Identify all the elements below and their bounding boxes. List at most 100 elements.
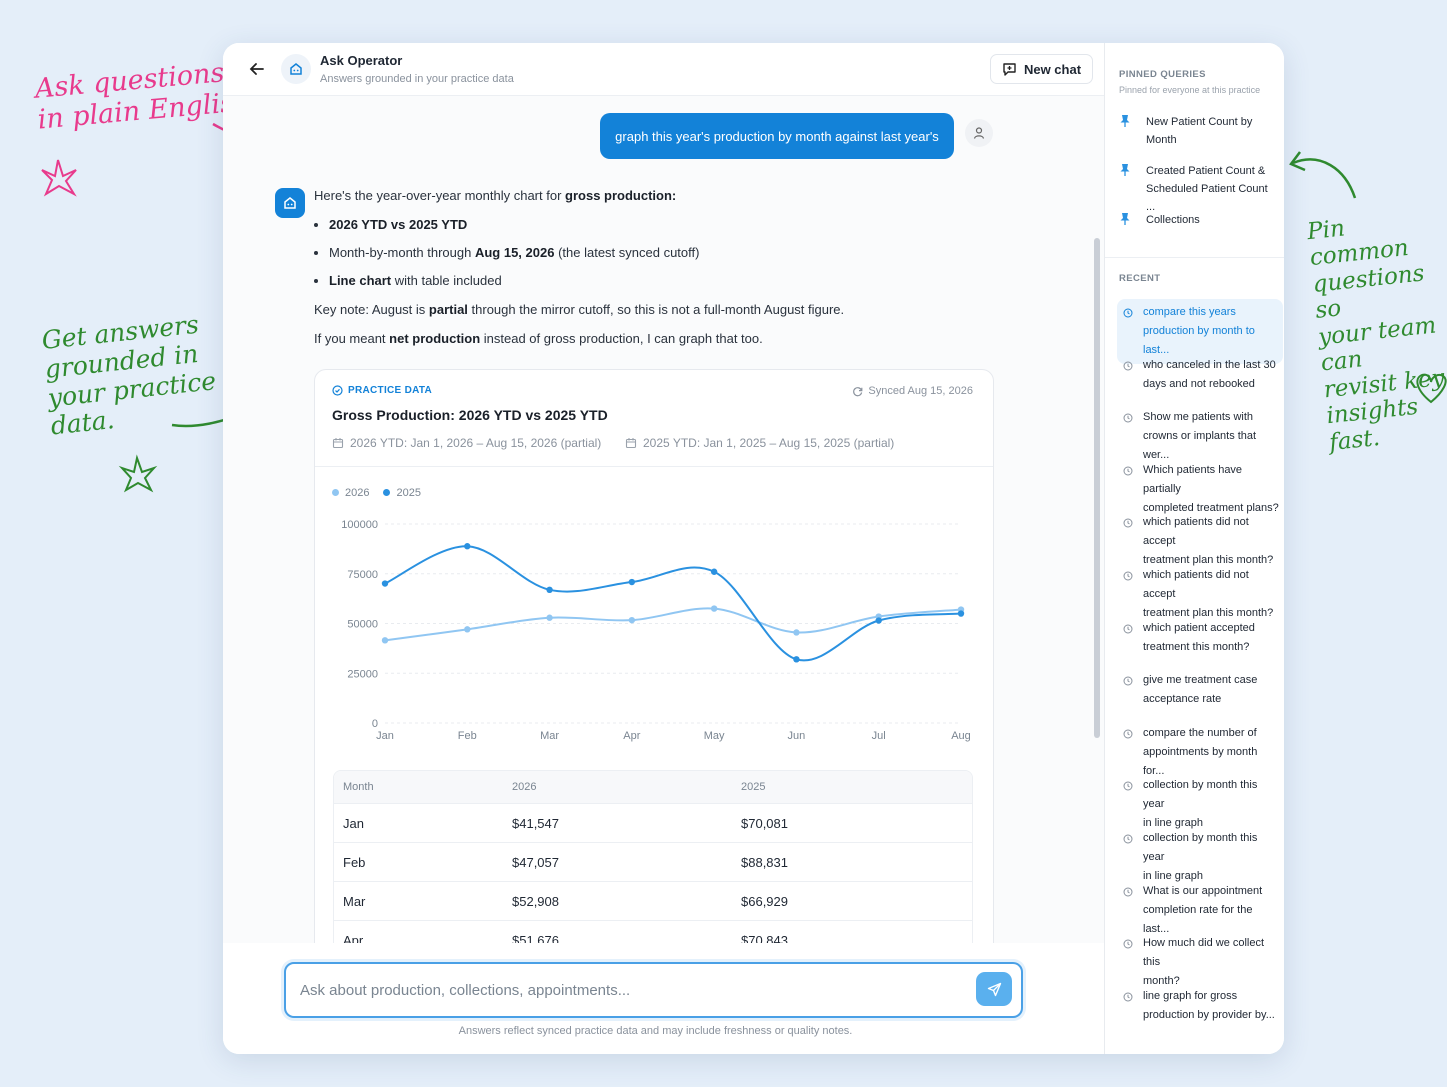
table-row: Jan $41,547 $70,081	[334, 804, 972, 843]
clock-icon	[1123, 990, 1135, 1025]
data-point-2025	[628, 578, 636, 586]
page-title: Ask Operator	[320, 53, 403, 68]
recent-query-text: line graph for gross production by provid…	[1143, 987, 1275, 1025]
recent-query-line2: production by provider by...	[1143, 1008, 1275, 1021]
note-bold: partial	[428, 302, 468, 317]
new-chat-label: New chat	[1023, 61, 1082, 77]
y-tick-label: 25000	[347, 668, 378, 680]
assistant-avatar	[275, 188, 305, 218]
data-point-2025	[546, 586, 553, 594]
x-tick-label: Mar	[540, 730, 559, 742]
recent-query-line1: compare the number of	[1143, 726, 1257, 739]
user-icon	[973, 127, 985, 139]
data-point-2025	[710, 568, 718, 575]
pin-icon	[1119, 212, 1133, 232]
meant-bold: net production	[389, 331, 481, 346]
recent-query-item[interactable]: which patient accepted treatment this mon…	[1117, 615, 1283, 661]
legend-item-2025[interactable]: 2025	[383, 487, 421, 499]
pink-star-icon	[41, 159, 77, 197]
meant-pre: If you meant	[314, 331, 390, 346]
recent-query-line1: collection by month this year	[1143, 832, 1258, 863]
range-2026: 2026 YTD: Jan 1, 2026 – Aug 15, 2026 (pa…	[332, 436, 601, 450]
pinned-query-line1: New Patient Count by	[1146, 116, 1253, 128]
chat-input[interactable]	[298, 978, 962, 1002]
legend-label-2025: 2025	[396, 487, 421, 499]
recent-query-line1: line graph for gross	[1143, 989, 1238, 1002]
table-row: Mar $52,908 $66,929	[334, 882, 972, 921]
pinned-query-item[interactable]: Created Patient Count & Scheduled Patient…	[1119, 162, 1279, 216]
data-card-header: PRACTICE DATA Synced Aug 15, 2026 Gross …	[315, 370, 993, 467]
answer-key-note: Key note: August is partial through the …	[314, 301, 954, 319]
answer-bullets: 2026 YTD vs 2025 YTD Month-by-month thro…	[314, 216, 954, 290]
recent-query-line2: acceptance rate	[1143, 693, 1222, 706]
table-cell-2025: $66,929	[741, 893, 788, 909]
y-tick-label: 75000	[347, 569, 378, 581]
recent-query-item[interactable]: line graph for gross production by provid…	[1117, 983, 1283, 1029]
calendar-icon	[332, 438, 344, 449]
operator-bot-icon	[290, 63, 302, 75]
y-tick-label: 50000	[347, 619, 378, 631]
table-header-2026: 2026	[512, 781, 537, 793]
note-post: through the mirror cutoff, so this is no…	[467, 302, 845, 317]
data-point-2026	[628, 616, 636, 624]
recent-query-line1: Show me patients with	[1143, 411, 1254, 424]
recent-query-line1: What is our appointment	[1143, 884, 1263, 897]
clock-check-icon	[332, 385, 343, 396]
composer-disclaimer: Answers reflect synced practice data and…	[458, 1025, 853, 1037]
send-button[interactable]	[976, 972, 1012, 1006]
chat-scrollbar[interactable]	[1094, 238, 1100, 738]
pin-icon	[1119, 163, 1133, 216]
line-chart: 100000 75000 50000 25000 0Jan Feb Mar Apr May Jun…	[341, 519, 971, 742]
answer-intro-text: Here's the year-over-year monthly chart …	[314, 188, 566, 203]
pinned-queries-subtitle: Pinned for everyone at this practice	[1119, 85, 1261, 95]
answer-intro-bold: gross production:	[565, 188, 677, 203]
data-point-2026	[546, 614, 553, 621]
bullet-2-bold: Aug 15, 2026	[474, 245, 555, 260]
recent-query-item[interactable]: who canceled in the last 30 days and not …	[1117, 352, 1283, 398]
recent-query-text: who canceled in the last 30 days and not …	[1143, 356, 1276, 394]
page-subtitle: Answers grounded in your practice data	[320, 73, 514, 85]
bullet-1-bold: 2026 YTD vs 2025 YTD	[329, 217, 468, 232]
x-tick-label: Feb	[458, 730, 477, 742]
recent-query-line1: compare this years	[1143, 306, 1236, 318]
clock-icon	[1123, 359, 1135, 394]
y-tick-label: 100000	[341, 519, 378, 531]
practice-data-label: PRACTICE DATA	[348, 385, 433, 396]
recent-query-line1: which patients did not accept	[1143, 516, 1249, 548]
data-point-2026	[793, 629, 800, 636]
green-curved-arrowhead	[1289, 151, 1306, 172]
recent-query-text: which patient accepted treatment this mon…	[1143, 619, 1255, 657]
recent-query-item[interactable]: give me treatment case acceptance rate	[1117, 667, 1283, 713]
data-table: Month 2026 2025 Jan $41,547 $70,081 Feb …	[333, 770, 973, 961]
pinned-query-line1: Collections	[1146, 214, 1200, 226]
recent-query-line1: collection by month this year	[1143, 779, 1258, 811]
pinned-query-item[interactable]: Collections	[1119, 211, 1279, 232]
new-chat-button[interactable]: New chat	[990, 54, 1093, 84]
x-tick-label: Jan	[376, 730, 394, 742]
user-message: graph this year's production by month ag…	[600, 113, 954, 159]
answer-bullet-2: Month-by-month through Aug 15, 2026 (the…	[329, 244, 954, 262]
x-tick-label: Jun	[788, 730, 806, 742]
composer: Answers reflect synced practice data and…	[223, 943, 1104, 1054]
recent-query-line2: days and not rebooked	[1143, 377, 1255, 390]
pinned-query-line1: Created Patient Count &	[1146, 165, 1266, 177]
table-cell-2025: $88,831	[741, 854, 788, 870]
pinned-query-item[interactable]: New Patient Count by Month	[1119, 113, 1279, 149]
chart-title: Gross Production: 2026 YTD vs 2025 YTD	[332, 407, 608, 423]
data-point-2025	[793, 656, 800, 663]
recent-query-line1: which patients did not accept	[1143, 569, 1249, 600]
practice-data-badge: PRACTICE DATA	[332, 385, 432, 396]
answer-bullet-1: 2026 YTD vs 2025 YTD	[329, 216, 954, 234]
table-header-2025: 2025	[741, 781, 766, 793]
table-row: Feb $47,057 $88,831	[334, 843, 972, 882]
legend-item-2026[interactable]: 2026	[332, 487, 369, 499]
chat-header: Ask Operator Answers grounded in your pr…	[223, 43, 1104, 96]
synced-status: Synced Aug 15, 2026	[852, 385, 973, 397]
pin-icon	[1119, 114, 1133, 149]
calendar-icon	[625, 438, 637, 449]
recent-query-line1: who canceled in the last 30	[1143, 358, 1276, 371]
series-line-2025	[384, 545, 962, 662]
recent-query-line2: treatment this month?	[1143, 640, 1250, 653]
back-button[interactable]	[247, 59, 267, 79]
range-2025: 2025 YTD: Jan 1, 2025 – Aug 15, 2025 (pa…	[625, 436, 894, 450]
